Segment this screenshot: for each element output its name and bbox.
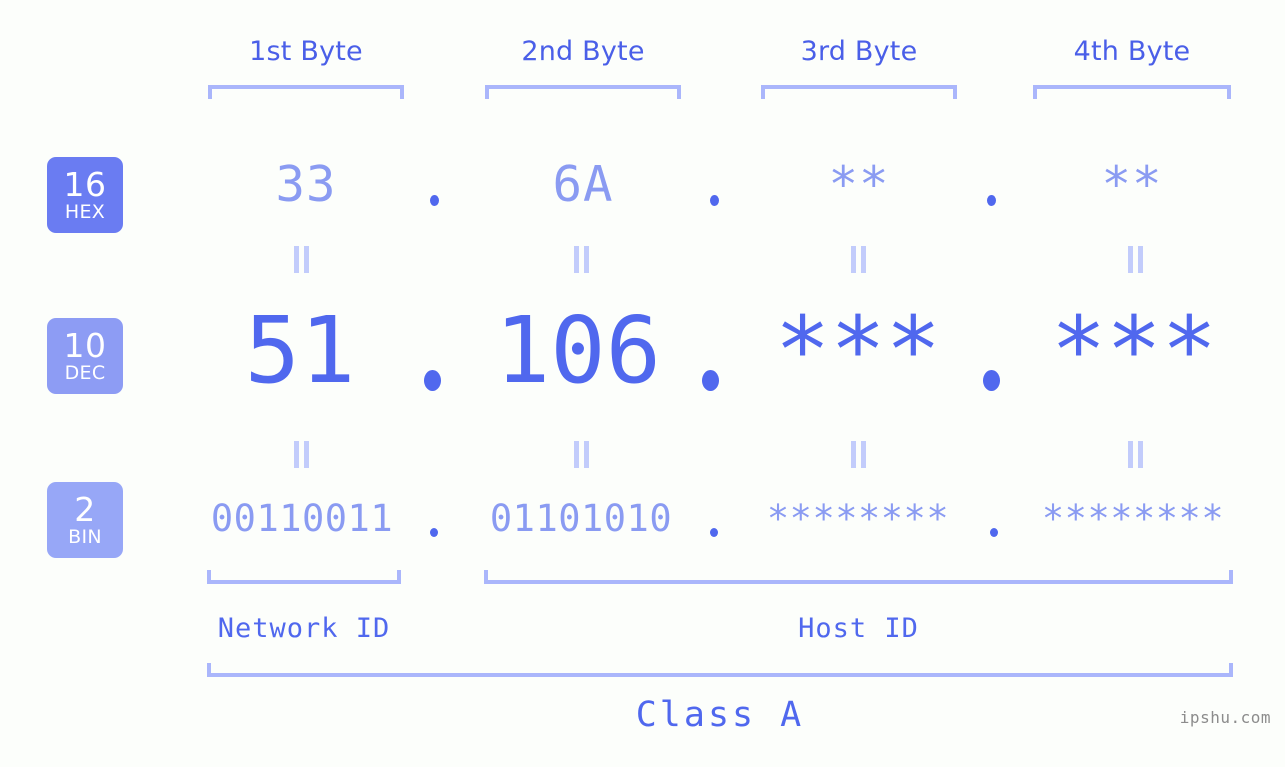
dec-separator-2 [702,370,719,391]
hex-octet-4: ** [1101,156,1163,213]
equality-connector-dec-bin-2 [572,441,591,468]
bin-octet-4: ******** [1041,497,1225,540]
bin-separator-2 [710,528,718,537]
hex-separator-1 [430,195,439,206]
byte-header-4: 4th Byte [1073,36,1191,67]
hex-octet-3: ** [828,156,890,213]
base-badge-hex-number: 16 [63,165,107,204]
network-id-bracket [207,570,401,584]
hex-octet-1: 33 [275,156,337,213]
dec-separator-3 [983,370,1000,391]
base-badge-dec: 10 DEC [47,318,123,394]
host-id-bracket [484,570,1233,584]
base-badge-hex: 16 HEX [47,157,123,233]
byte-bracket-3 [761,85,957,99]
base-badge-bin: 2 BIN [47,482,123,558]
dec-octet-3: *** [774,297,942,404]
dec-octet-2: 106 [494,297,662,404]
bin-octet-2: 01101010 [489,497,673,540]
equality-connector-dec-bin-3 [849,441,868,468]
base-badge-bin-name: BIN [68,526,102,548]
class-bracket [207,663,1233,677]
hex-separator-2 [710,195,719,206]
class-label: Class A [635,695,805,735]
equality-connector-dec-bin-1 [292,441,311,468]
byte-bracket-2 [485,85,681,99]
equality-connector-hex-dec-3 [849,246,868,273]
equality-connector-hex-dec-4 [1126,246,1145,273]
host-id-label: Host ID [798,613,919,644]
base-badge-bin-number: 2 [74,490,96,529]
base-badge-hex-name: HEX [64,201,106,223]
hex-octet-2: 6A [552,156,614,213]
byte-bracket-4 [1033,85,1231,99]
network-id-label: Network ID [217,613,391,644]
base-badge-dec-number: 10 [63,326,107,365]
byte-header-1: 1st Byte [249,36,363,67]
bin-separator-1 [430,528,438,537]
equality-connector-hex-dec-2 [572,246,591,273]
byte-header-3: 3rd Byte [800,36,918,67]
dec-separator-1 [424,370,441,391]
dec-octet-4: *** [1050,297,1218,404]
byte-bracket-1 [208,85,404,99]
dec-octet-1: 51 [244,297,356,404]
byte-header-2: 2nd Byte [521,36,645,67]
bin-octet-3: ******** [766,497,950,540]
base-badge-dec-name: DEC [64,362,106,384]
ip-address-breakdown-diagram: 1st Byte 2nd Byte 3rd Byte 4th Byte 16 H… [0,0,1285,767]
bin-octet-1: 00110011 [210,497,394,540]
equality-connector-hex-dec-1 [292,246,311,273]
hex-separator-3 [987,195,996,206]
bin-separator-3 [990,528,998,537]
equality-connector-dec-bin-4 [1126,441,1145,468]
site-watermark: ipshu.com [1179,708,1271,727]
